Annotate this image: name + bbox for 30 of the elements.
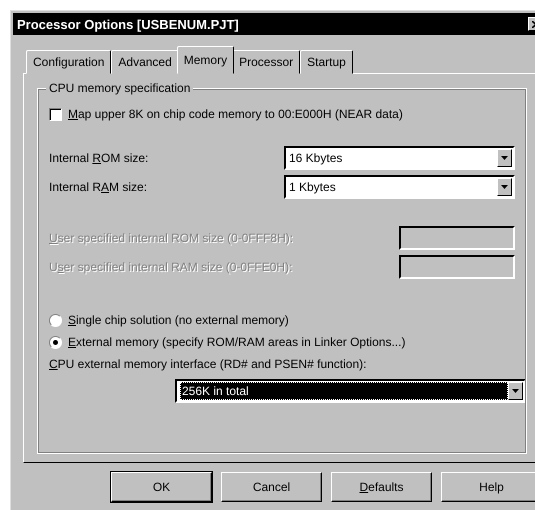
radio-button[interactable] <box>49 336 62 348</box>
tab[interactable]: Processor <box>232 50 300 74</box>
tab[interactable]: Startup <box>300 50 353 74</box>
dialog-button[interactable]: Defaults <box>331 472 432 502</box>
radio-label: Single chip solution (no external memory) <box>68 313 289 327</box>
tab[interactable]: Memory <box>176 46 234 74</box>
group-title: CPU memory specification <box>46 81 194 95</box>
field-label: User specified internal RAM size (0-0FFE0H): <box>49 260 292 274</box>
field-label: Internal ROM size: <box>49 150 148 164</box>
dropdown-arrow-icon <box>512 389 519 393</box>
window-title: Processor Options [USBENUM.PJT] <box>17 16 239 32</box>
dropdown-arrow-icon <box>501 184 508 188</box>
dropdown[interactable]: 256K in total <box>175 379 526 403</box>
field-label: Internal RAM size: <box>49 180 148 194</box>
radio-button[interactable] <box>49 314 62 326</box>
input-field[interactable] <box>399 254 515 278</box>
dialog-button[interactable]: Help <box>441 472 535 502</box>
dialog-button[interactable]: OK <box>111 472 212 502</box>
radio-label: External memory (specify ROM/RAM areas in Linker Options...) <box>68 335 406 349</box>
dropdown[interactable]: 16 Kbytes <box>284 146 515 170</box>
field-label: CPU external memory interface (RD# and PSEN# function): <box>49 357 368 371</box>
input-field[interactable] <box>399 226 515 250</box>
tab[interactable]: Configuration <box>26 50 112 74</box>
checkbox[interactable] <box>49 108 62 120</box>
checkbox-label: Map upper 8K on chip code memory to 00:E000H (NEAR data) <box>68 107 403 121</box>
dialog-button[interactable]: Cancel <box>221 472 322 502</box>
dropdown[interactable]: 1 Kbytes <box>284 174 515 198</box>
dropdown-arrow-icon <box>501 156 508 160</box>
tab[interactable]: Advanced <box>111 50 179 74</box>
field-label: User specified internal ROM size (0-0FFF8H): <box>49 230 294 244</box>
